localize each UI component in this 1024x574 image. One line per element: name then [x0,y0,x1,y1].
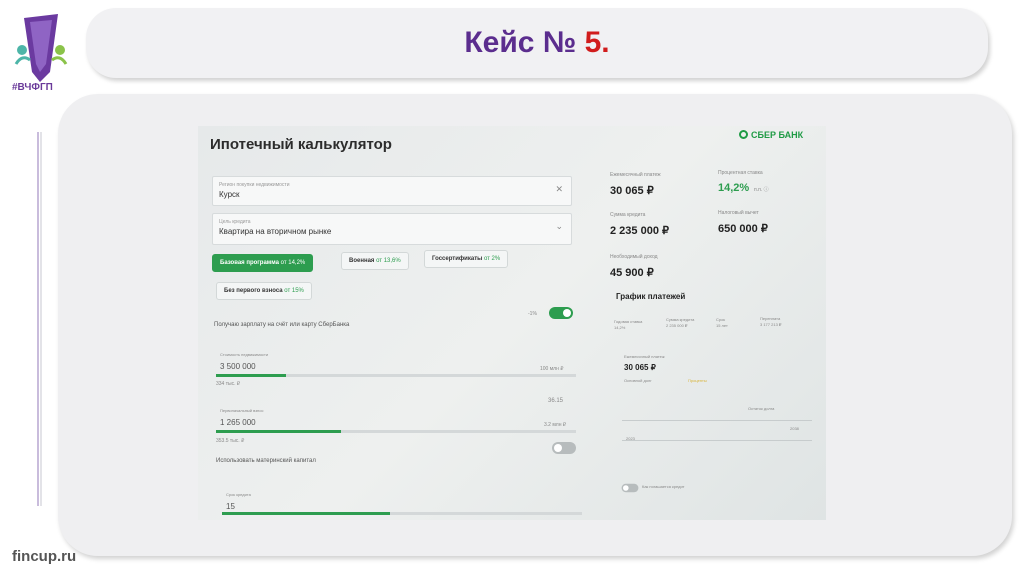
region-field[interactable]: Регион покупки недвижимости Курск ✕ [212,176,572,206]
schedule-val-1: 14,2% [614,325,626,330]
purpose-value: Квартира на вторичном рынке [219,227,332,236]
program-military-rate: от 13,6% [376,258,401,264]
downpayment-min: 353.5 тыс. ₽ [216,438,245,444]
chart-right-label: Остаток долга [748,406,775,411]
sber-check-icon [739,130,748,139]
chart-interest-label: Проценты [688,378,707,383]
program-base-rate: от 14,2% [280,260,306,266]
property-max: 100 млн ₽ [540,366,564,372]
maternity-label: Использовать материнский капитал [216,458,316,464]
chart-monthly-label: Ежемесячный платеж [624,354,665,359]
decor-line-shadow [40,132,42,506]
program-base-name: Базовая программа [220,260,279,266]
property-slider-fill [216,374,286,377]
downpayment-slider-fill [216,430,341,433]
chart-year-end: 2038 [790,426,799,431]
rate-suffix: п.п. ⓘ [754,187,769,193]
calculator-title: Ипотечный калькулятор [210,136,392,153]
schedule-val-2: 2 235 000 ₽ [666,323,688,328]
calculator-photo: Ипотечный калькулятор СБЕР БАНК Регион п… [198,126,826,520]
tax-value: 650 000 ₽ [718,223,768,235]
toggle-knob [623,485,629,491]
sberbank-logo: СБЕР БАНК [739,130,803,140]
program-nodp-name: Без первого взноса [224,288,283,294]
property-label: Стоимость недвижимости [220,352,269,357]
region-label: Регион покупки недвижимости [219,182,290,188]
program-certificates[interactable]: Госсертификаты от 2% [424,250,509,268]
downpayment-value[interactable]: 1 265 000 [220,418,256,427]
credit-label: Сумма кредита [610,212,646,218]
logo-hashtag: #ВЧФГП [12,82,53,93]
chart-debt-label: Основной долг [624,378,652,383]
purpose-label: Цель кредита [219,219,251,225]
toggle-knob [563,309,571,317]
schedule-toggle[interactable] [621,483,639,493]
clear-icon[interactable]: ✕ [555,184,563,195]
footer-site[interactable]: fincup.ru [12,548,76,565]
slide-title: Кейс № 5. [464,26,609,60]
program-military[interactable]: Военная от 13,6% [341,252,409,270]
title-bar: Кейс № 5. [86,8,988,78]
downpayment-percent: 36.15 [548,398,564,404]
program-military-name: Военная [349,258,375,264]
schedule-col-3: Срок [716,317,726,322]
chart-gridline [622,420,812,421]
salary-discount: -1% [528,311,537,317]
rate-value: 14,2% [718,182,750,194]
salary-label: Получаю зарплату на счёт или карту СберБ… [214,322,350,328]
chart-year-start: 2023 [626,436,635,441]
maternity-toggle[interactable] [552,442,576,454]
schedule-col-2: Сумма кредита [666,317,695,322]
sber-brand: СБЕР БАНК [751,130,804,140]
schedule-col-4: Переплата [760,316,781,321]
income-value: 45 900 ₽ [610,267,654,279]
property-value[interactable]: 3 500 000 [220,362,256,371]
schedule-toggle-label: Как погашается кредит [642,484,685,489]
downpayment-max: 3.2 млн ₽ [544,422,567,428]
schedule-title: График платежей [616,292,686,301]
schedule-val-4: 3 177 213 ₽ [760,322,782,327]
chart-gridline [622,440,812,441]
downpayment-label: Первоначальный взнос [220,408,264,413]
program-certificates-name: Госсертификаты [432,256,483,262]
monthly-value: 30 065 ₽ [610,185,654,197]
chevron-down-icon: ⌄ [555,221,563,231]
rate-label: Процентная ставка [718,170,763,176]
salary-toggle[interactable] [549,307,573,319]
decor-line [37,132,39,506]
program-base[interactable]: Базовая программа от 14,2% [212,254,314,272]
monthly-label: Ежемесячный платеж [610,172,661,178]
toggle-knob [554,444,562,452]
program-nodp-rate: от 15% [284,288,304,294]
region-value: Курск [219,190,240,199]
schedule-val-3: 15 лет [716,323,728,328]
title-number: 5. [584,26,610,59]
term-slider-fill [222,512,390,515]
term-label: Срок кредита [226,492,251,497]
property-min: 334 тыс. ₽ [216,381,241,387]
program-no-down-payment[interactable]: Без первого взноса от 15% [216,282,312,300]
program-certificates-rate: от 2% [483,256,501,262]
term-value[interactable]: 15 [226,502,235,511]
schedule-col-1: Годовая ставка [614,319,643,324]
credit-value: 2 235 000 ₽ [610,225,669,237]
purpose-select[interactable]: Цель кредита Квартира на вторичном рынке… [212,213,572,245]
chart-monthly-value: 30 065 ₽ [624,363,656,372]
income-label: Необходимый доход [610,254,658,260]
title-prefix: Кейс № [464,26,585,59]
tax-label: Налоговый вычет [718,210,759,216]
